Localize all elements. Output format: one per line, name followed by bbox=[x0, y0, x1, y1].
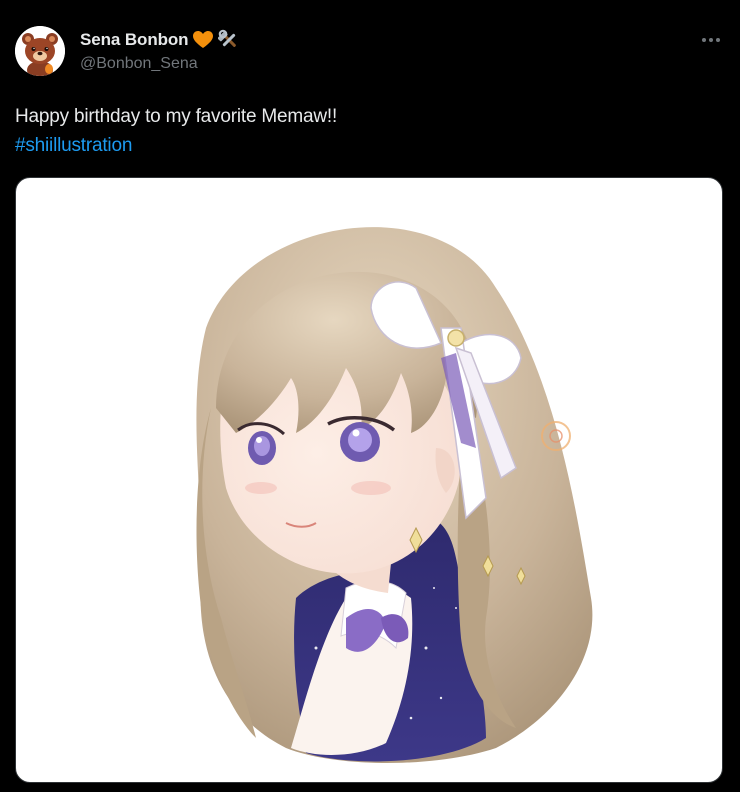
handle[interactable]: @Bonbon_Sena bbox=[80, 55, 240, 73]
tweet-body: Happy birthday to my favorite Memaw!! bbox=[15, 106, 338, 127]
more-options-icon bbox=[702, 38, 706, 42]
orange-heart-icon bbox=[192, 30, 214, 50]
tweet-text: Happy birthday to my favorite Memaw!! #s… bbox=[15, 102, 337, 160]
display-name-row: Sena Bonbon bbox=[80, 28, 240, 52]
more-options-button[interactable] bbox=[700, 30, 722, 50]
tweet-media[interactable] bbox=[15, 177, 723, 783]
anime-girl-illustration bbox=[196, 227, 593, 764]
bear-avatar-icon bbox=[15, 26, 65, 76]
author-names: Sena Bonbon @Bonbon_Sena bbox=[80, 28, 240, 73]
tweet-header: Sena Bonbon @Bonbon_Sena bbox=[15, 26, 240, 76]
hashtag-link[interactable]: #shiillustration bbox=[15, 131, 337, 160]
avatar[interactable] bbox=[15, 26, 65, 76]
hammer-and-wrench-icon bbox=[218, 29, 240, 51]
display-name[interactable]: Sena Bonbon bbox=[80, 30, 189, 50]
tweet: Sena Bonbon @Bonbon_Sena Happy birthday … bbox=[0, 0, 740, 792]
